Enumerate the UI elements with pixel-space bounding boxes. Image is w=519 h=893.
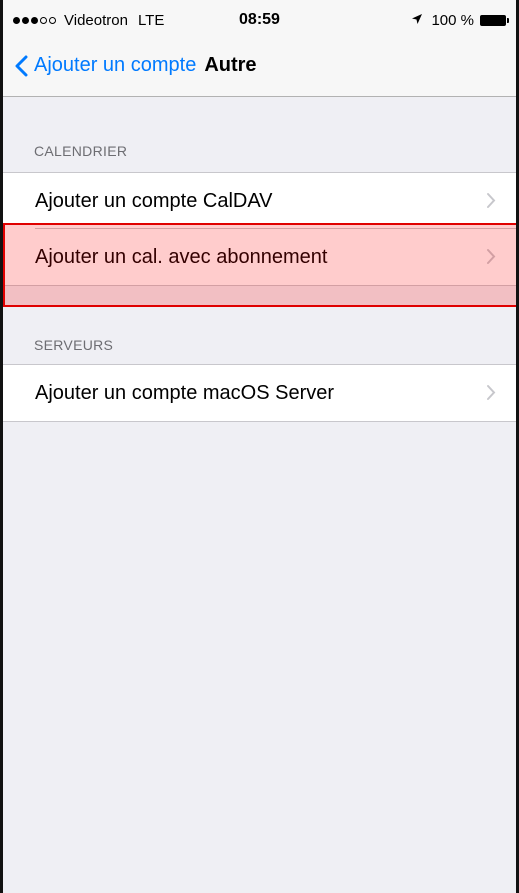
page-title: Autre	[204, 54, 257, 76]
status-bar: Videotron LTE 08:59 100 %	[3, 0, 516, 40]
top-bar: Videotron LTE 08:59 100 % Ajouter un com…	[3, 0, 516, 97]
chevron-right-icon	[487, 385, 496, 400]
phone-screen: Videotron LTE 08:59 100 % Ajouter un com…	[0, 0, 519, 893]
location-arrow-icon	[411, 13, 423, 28]
chevron-right-icon	[487, 193, 496, 208]
cell-label: Ajouter un compte macOS Server	[35, 381, 335, 404]
section-header-servers: SERVEURS	[34, 337, 114, 353]
back-button[interactable]: Ajouter un compte Autre	[15, 54, 257, 77]
section-header-calendar: CALENDRIER	[34, 143, 128, 159]
navigation-bar: Ajouter un compte Autre	[3, 48, 516, 88]
cell-label: Ajouter un cal. avec abonnement	[35, 245, 328, 268]
back-button-label: Ajouter un compte	[34, 54, 197, 76]
cell-add-caldav-account[interactable]: Ajouter un compte CalDAV	[3, 172, 516, 229]
cell-add-macos-server-account[interactable]: Ajouter un compte macOS Server	[3, 364, 516, 422]
battery-icon	[480, 15, 509, 26]
cell-label: Ajouter un compte CalDAV	[35, 189, 273, 212]
cell-add-subscribed-calendar[interactable]: Ajouter un cal. avec abonnement	[3, 229, 516, 286]
chevron-right-icon	[487, 249, 496, 264]
battery-percent: 100 %	[431, 12, 474, 29]
chevron-left-icon	[15, 55, 28, 76]
status-right: 100 %	[411, 12, 509, 29]
